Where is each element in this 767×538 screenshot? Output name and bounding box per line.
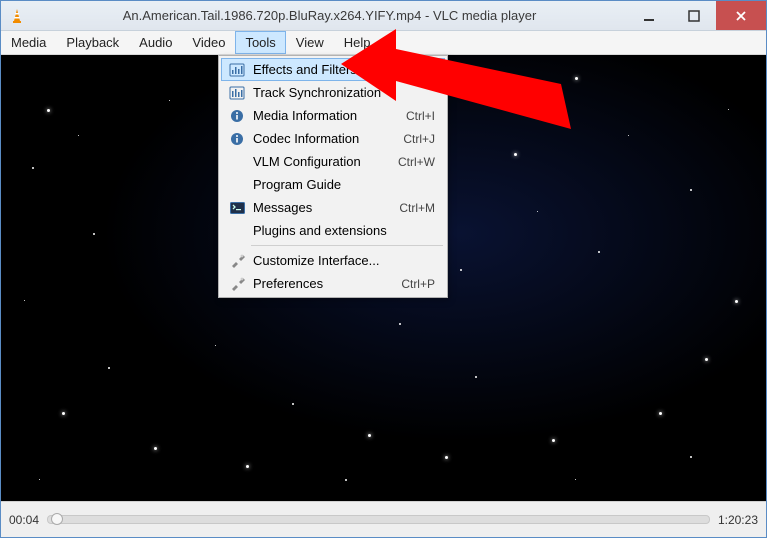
menu-item-accel: Ctrl+M [399,201,441,215]
menu-item-track-sync[interactable]: Track Synchronization [221,81,445,104]
vlc-cone-icon [9,8,25,24]
menu-item-codec-info[interactable]: Codec Information Ctrl+J [221,127,445,150]
seek-track[interactable] [47,515,710,524]
menu-item-label: Effects and Filters [249,62,401,77]
info-icon [225,132,249,146]
menu-item-messages[interactable]: Messages Ctrl+M [221,196,445,219]
equalizer-icon [225,86,249,100]
menu-item-program-guide[interactable]: Program Guide [221,173,445,196]
menu-item-accel: Ctrl+P [401,277,441,291]
menu-item-accel: Ctrl+I [406,109,441,123]
menu-item-preferences[interactable]: Preferences Ctrl+P [221,272,445,295]
menu-item-label: Track Synchronization [249,85,435,100]
close-button[interactable] [716,1,766,30]
menu-separator [251,245,443,246]
menu-audio[interactable]: Audio [129,31,182,54]
menu-item-accel: Ctrl+E [401,63,441,77]
menu-media[interactable]: Media [1,31,56,54]
menu-view[interactable]: View [286,31,334,54]
menu-help[interactable]: Help [334,31,381,54]
menu-item-vlm-config[interactable]: VLM Configuration Ctrl+W [221,150,445,173]
time-total[interactable]: 1:20:23 [718,513,758,527]
menu-item-label: Preferences [249,276,401,291]
menu-item-label: Media Information [249,108,406,123]
menu-item-label: VLM Configuration [249,154,398,169]
titlebar: An.American.Tail.1986.720p.BluRay.x264.Y… [1,1,766,31]
menu-item-label: Customize Interface... [249,253,435,268]
info-icon [225,109,249,123]
window-title: An.American.Tail.1986.720p.BluRay.x264.Y… [33,8,626,23]
menu-item-label: Program Guide [249,177,435,192]
time-elapsed[interactable]: 00:04 [9,513,39,527]
equalizer-icon [225,63,249,77]
menu-item-media-info[interactable]: Media Information Ctrl+I [221,104,445,127]
menu-item-effects-filters[interactable]: Effects and Filters Ctrl+E [221,58,445,81]
seek-knob[interactable] [51,513,63,525]
menu-bar: Media Playback Audio Video Tools View He… [1,31,766,55]
seek-bar: 00:04 1:20:23 [1,501,766,537]
menu-item-label: Messages [249,200,399,215]
app-window: An.American.Tail.1986.720p.BluRay.x264.Y… [0,0,767,538]
tools-icon [225,253,249,268]
menu-video[interactable]: Video [182,31,235,54]
menu-item-accel: Ctrl+J [403,132,441,146]
menu-playback[interactable]: Playback [56,31,129,54]
menu-item-label: Codec Information [249,131,403,146]
tools-dropdown: Effects and Filters Ctrl+E Track Synchro… [218,55,448,298]
menu-tools[interactable]: Tools [235,31,285,54]
tools-icon [225,276,249,291]
menu-item-plugins[interactable]: Plugins and extensions [221,219,445,242]
menu-item-customize-interface[interactable]: Customize Interface... [221,249,445,272]
minimize-button[interactable] [626,1,671,30]
terminal-icon [225,202,249,214]
menu-item-label: Plugins and extensions [249,223,435,238]
maximize-button[interactable] [671,1,716,30]
window-controls [626,1,766,30]
menu-item-accel: Ctrl+W [398,155,441,169]
